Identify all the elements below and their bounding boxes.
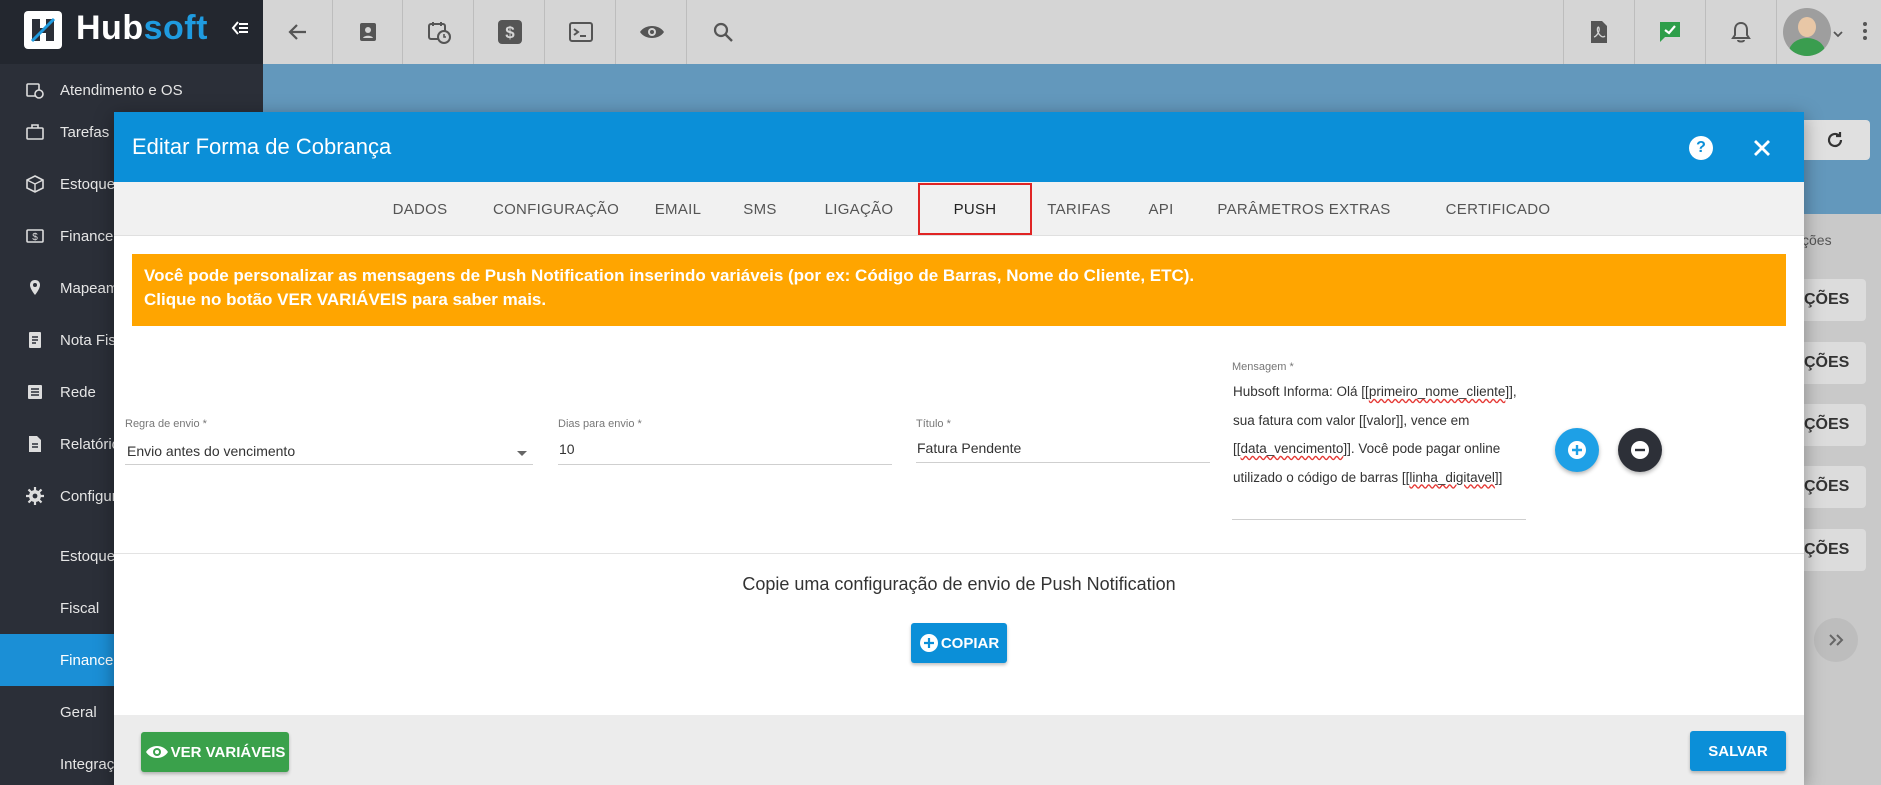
terminal-icon[interactable] <box>546 0 616 64</box>
modal-tabs: DADOS CONFIGURAÇÃO EMAIL SMS LIGAÇÃO PUS… <box>114 182 1804 236</box>
copy-button[interactable]: COPIAR <box>911 623 1007 663</box>
ver-variaveis-label: VER VARIÁVEIS <box>170 743 286 761</box>
tab-dados[interactable]: DADOS <box>372 182 468 236</box>
briefcase-icon <box>26 124 44 140</box>
avatar[interactable] <box>1783 8 1831 56</box>
expand-panel-button[interactable] <box>1814 618 1858 662</box>
row-action-button[interactable]: ÇÕES <box>1798 279 1866 321</box>
titulo-input[interactable]: Fatura Pendente <box>917 440 1021 456</box>
ver-variaveis-button[interactable]: VER VARIÁVEIS <box>141 732 289 772</box>
plus-circle-icon <box>1568 441 1586 459</box>
sidebar-item-label: Estoque <box>60 547 116 565</box>
minus-circle-icon <box>1631 441 1649 459</box>
mensagem-text-part: ]] <box>1494 469 1503 485</box>
dias-envio-underline <box>558 464 892 465</box>
info-alert: Você pode personalizar as mensagens de P… <box>132 254 1786 326</box>
cube-icon <box>26 175 44 193</box>
modal-title: Editar Forma de Cobrança <box>132 134 392 159</box>
mensagem-variable: linha_digitavel <box>1409 469 1495 485</box>
titulo-underline <box>916 462 1210 463</box>
edit-billing-modal: Editar Forma de Cobrança ? DADOS CONFIGU… <box>114 112 1804 785</box>
calendar-clock-icon[interactable] <box>404 0 474 64</box>
top-bar: Hubsoft $ <box>0 0 1881 64</box>
table-column-header: ções <box>1802 232 1832 248</box>
mensagem-textarea[interactable]: Hubsoft Informa: Olá [[primeiro_nome_cli… <box>1233 378 1523 492</box>
mensagem-variable: primeiro_nome_cliente <box>1368 384 1506 399</box>
collapse-menu-icon[interactable] <box>230 18 250 43</box>
tab-configuracao[interactable]: CONFIGURAÇÃO <box>476 182 636 236</box>
tab-tarifas[interactable]: TARIFAS <box>1032 182 1126 236</box>
modal-header: Editar Forma de Cobrança ? <box>114 112 1804 182</box>
sidebar-item-label: Atendimento e OS <box>60 81 183 99</box>
brand-name-part1: Hub <box>76 9 144 47</box>
dias-envio-input[interactable]: 10 <box>559 441 575 457</box>
tab-sms[interactable]: SMS <box>720 182 800 236</box>
calendar-clock-icon <box>26 83 44 99</box>
document-icon <box>29 332 41 348</box>
chat-check-icon[interactable] <box>1634 0 1704 64</box>
copy-config-text: Copie uma configuração de envio de Push … <box>742 574 1176 594</box>
mensagem-variable: data_vencimento <box>1240 441 1344 456</box>
sidebar-item-label: Estoque <box>60 175 116 193</box>
alert-line-1: Você pode personalizar as mensagens de P… <box>144 266 1195 285</box>
brand-name-part2: soft <box>143 9 208 47</box>
regra-envio-label: Regra de envio * <box>125 418 207 430</box>
bell-icon[interactable] <box>1705 0 1775 64</box>
help-icon[interactable]: ? <box>1689 136 1713 160</box>
mensagem-underline <box>1232 519 1526 520</box>
map-pin-icon <box>30 280 40 295</box>
copy-button-label: COPIAR <box>940 634 1000 652</box>
brand: Hubsoft <box>0 0 263 64</box>
add-rule-button[interactable] <box>1555 428 1599 472</box>
money-icon: $ <box>26 229 44 243</box>
tab-parametros-extras[interactable]: PARÂMETROS EXTRAS <box>1196 182 1412 236</box>
search-icon[interactable] <box>688 0 758 64</box>
row-action-button[interactable]: ÇÕES <box>1798 404 1866 446</box>
mensagem-text-part: Hubsoft Informa: Olá [[ <box>1233 384 1369 399</box>
tab-push[interactable]: PUSH <box>918 183 1032 235</box>
eye-icon[interactable] <box>617 0 687 64</box>
dropdown-arrow-icon[interactable] <box>516 445 528 463</box>
double-chevron-right-icon <box>1829 634 1844 646</box>
refresh-button[interactable] <box>1800 120 1870 160</box>
tab-api[interactable]: API <box>1126 182 1196 236</box>
svg-text:$: $ <box>505 23 515 42</box>
hubsoft-logo-icon <box>24 11 62 49</box>
regra-envio-underline <box>125 464 533 465</box>
dias-envio-label: Dias para envio * <box>558 418 642 430</box>
modal-footer: VER VARIÁVEIS SALVAR <box>114 715 1804 785</box>
alert-line-2: Clique no botão VER VARIÁVEIS para saber… <box>144 290 547 309</box>
plus-circle-icon <box>919 634 938 652</box>
save-button[interactable]: SALVAR <box>1690 731 1786 771</box>
report-icon <box>29 436 41 452</box>
sidebar-item-label: Fiscal <box>60 599 100 617</box>
svg-text:$: $ <box>32 232 38 243</box>
tab-certificado[interactable]: CERTIFICADO <box>1414 182 1582 236</box>
back-arrow-icon[interactable] <box>263 0 333 64</box>
titulo-label: Título * <box>916 418 951 430</box>
dollar-icon[interactable]: $ <box>475 0 545 64</box>
refresh-icon <box>1827 132 1843 148</box>
eye-icon <box>145 746 168 758</box>
close-icon[interactable] <box>1748 134 1776 162</box>
server-icon <box>28 385 42 399</box>
gear-icon <box>26 487 44 505</box>
section-divider <box>114 553 1804 554</box>
regra-envio-select[interactable]: Envio antes do vencimento <box>127 443 295 459</box>
chevron-down-icon[interactable] <box>1832 26 1844 44</box>
contact-icon[interactable] <box>333 0 403 64</box>
remove-rule-button[interactable] <box>1618 428 1662 472</box>
sidebar-item-label: Geral <box>60 703 97 721</box>
sidebar-item-label: Tarefas <box>60 123 110 141</box>
row-action-button[interactable]: ÇÕES <box>1798 529 1866 571</box>
pdf-icon[interactable] <box>1563 0 1633 64</box>
tab-ligacao[interactable]: LIGAÇÃO <box>800 182 918 236</box>
tab-email[interactable]: EMAIL <box>634 182 722 236</box>
mensagem-label: Mensagem * <box>1232 361 1294 373</box>
row-action-button[interactable]: ÇÕES <box>1798 466 1866 508</box>
grid-menu-icon[interactable] <box>1862 20 1874 47</box>
row-action-button[interactable]: ÇÕES <box>1798 342 1866 384</box>
sidebar-item-label: Rede <box>60 383 96 401</box>
brand-name: Hubsoft <box>76 9 208 48</box>
